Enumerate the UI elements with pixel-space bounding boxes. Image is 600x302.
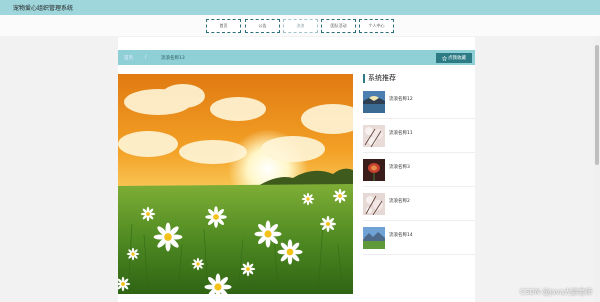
star-icon bbox=[442, 55, 447, 61]
nav-item-label: 公告 bbox=[258, 23, 267, 28]
breadcrumb-separator: / bbox=[145, 55, 147, 60]
recommend-item[interactable]: 流浪名称14 bbox=[363, 222, 475, 255]
recommend-header: 系统推荐 bbox=[363, 73, 396, 83]
recommend-item-name: 流浪名称2 bbox=[389, 199, 410, 204]
recommend-item[interactable]: 流浪名称11 bbox=[363, 120, 475, 153]
recommend-header-accent bbox=[363, 73, 365, 83]
recommend-panel: 系统推荐 流浪名称12 流浪名称11 流浪名称3 流浪名称2 流浪名称14 bbox=[363, 73, 475, 293]
recommend-item-name: 流浪名称11 bbox=[389, 131, 413, 136]
nav-item-label: 首页 bbox=[219, 23, 228, 28]
recommend-title: 系统推荐 bbox=[368, 74, 396, 82]
recommend-item-name: 流浪名称12 bbox=[389, 97, 413, 102]
recommend-item-name: 流浪名称14 bbox=[389, 233, 413, 238]
nav-item-label: 流浪 bbox=[296, 23, 305, 28]
app-title: 宠物爱心组织管理系统 bbox=[13, 5, 74, 12]
top-title-bar: 宠物爱心组织管理系统 bbox=[0, 0, 600, 15]
nav-item-label: 团队活动 bbox=[330, 23, 347, 28]
recommend-item[interactable]: 流浪名称12 bbox=[363, 86, 475, 119]
blossom-thumb-icon bbox=[363, 125, 385, 147]
nav-item-announcement[interactable]: 公告 bbox=[245, 19, 280, 33]
scrollbar-thumb[interactable] bbox=[595, 45, 599, 165]
breadcrumb: 首页 / 流浪名称13 点我收藏 bbox=[118, 50, 475, 65]
breadcrumb-home-link[interactable]: 首页 bbox=[124, 55, 133, 61]
breadcrumb-current: 流浪名称13 bbox=[161, 56, 185, 61]
stray-photo bbox=[118, 74, 353, 294]
flower-thumb-icon bbox=[363, 159, 385, 181]
favorite-button[interactable]: 点我收藏 bbox=[436, 53, 472, 63]
lake-thumb-icon bbox=[363, 91, 385, 113]
mountain-thumb-icon bbox=[363, 227, 385, 249]
nav-item-stray[interactable]: 流浪 bbox=[283, 19, 318, 33]
watermark: CSDN @Java大鹏老师 bbox=[520, 288, 592, 296]
recommend-item[interactable]: 流浪名称3 bbox=[363, 154, 475, 187]
recommend-item[interactable]: 流浪名称2 bbox=[363, 188, 475, 221]
nav-item-label: 个人中心 bbox=[368, 23, 385, 28]
blossom-thumb-icon bbox=[363, 193, 385, 215]
main-nav: 首页 公告 流浪 团队活动 个人中心 bbox=[0, 15, 600, 36]
nav-item-personal-center[interactable]: 个人中心 bbox=[359, 19, 394, 33]
nav-item-team-activity[interactable]: 团队活动 bbox=[321, 19, 356, 33]
page-scrollbar[interactable] bbox=[594, 37, 600, 302]
favorite-label: 点我收藏 bbox=[448, 56, 466, 61]
recommend-item-name: 流浪名称3 bbox=[389, 165, 410, 170]
nav-item-home[interactable]: 首页 bbox=[206, 19, 241, 33]
daisy-field-image bbox=[118, 74, 353, 294]
